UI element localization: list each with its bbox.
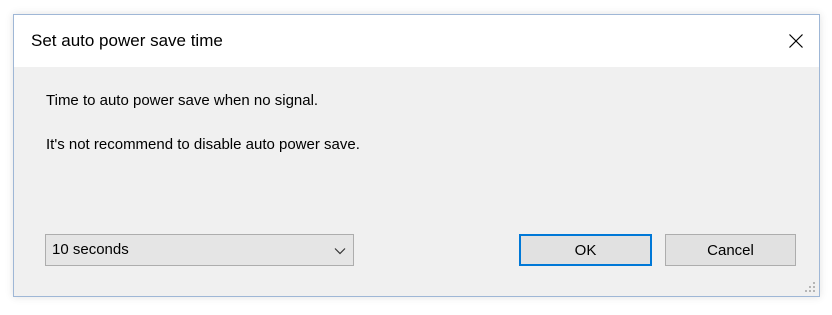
chevron-down-icon [334, 248, 346, 255]
ok-button[interactable]: OK [519, 234, 652, 266]
dialog-title: Set auto power save time [31, 31, 223, 50]
power-save-dialog: Set auto power save time Time to auto po… [13, 14, 820, 297]
title-bar: Set auto power save time [14, 15, 819, 67]
select-value: 10 seconds [52, 241, 129, 258]
resize-grip-icon[interactable] [804, 281, 816, 293]
power-save-time-select[interactable]: 10 seconds [45, 234, 354, 266]
close-icon [789, 34, 803, 48]
close-button[interactable] [773, 15, 819, 67]
page: Set auto power save time Time to auto po… [0, 0, 832, 315]
cancel-button[interactable]: Cancel [665, 234, 796, 266]
warning-message: It's not recommend to disable auto power… [46, 136, 360, 153]
info-message: Time to auto power save when no signal. [46, 92, 319, 109]
